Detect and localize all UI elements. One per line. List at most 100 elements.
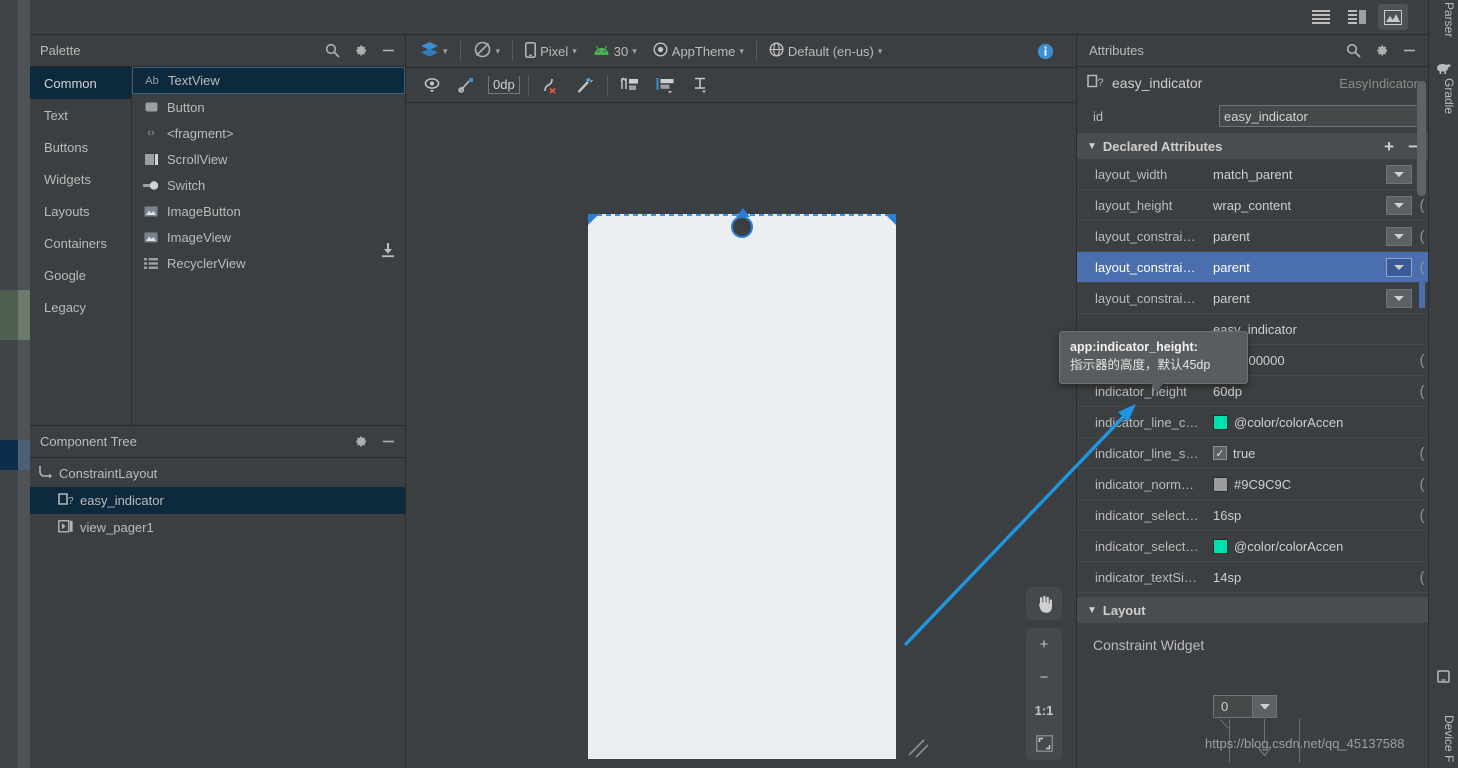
attribute-value[interactable]: #9C9C9C: [1205, 476, 1416, 492]
attribute-row[interactable]: indicator_line_s… ✓ true (: [1077, 438, 1428, 469]
search-icon[interactable]: [1345, 42, 1362, 59]
attribute-row[interactable]: indicator_select… 16sp (: [1077, 500, 1428, 531]
attribute-row[interactable]: indicator_norm… #9C9C9C (: [1077, 469, 1428, 500]
info-icon[interactable]: [1037, 43, 1054, 65]
tree-node-view-pager1[interactable]: view_pager1: [30, 514, 405, 541]
attribute-row[interactable]: layout_constrai… parent (: [1077, 283, 1428, 314]
device-file-explorer-icon[interactable]: [1436, 670, 1451, 690]
split-view-button[interactable]: [1342, 4, 1372, 30]
palette-item-button[interactable]: Button: [132, 94, 405, 120]
add-attribute-button[interactable]: +: [1384, 138, 1394, 155]
attribute-row[interactable]: indicator_line_c… @color/colorAccen: [1077, 407, 1428, 438]
resource-picker-icon[interactable]: (: [1416, 259, 1428, 276]
id-input[interactable]: easy_indicator: [1219, 105, 1418, 127]
gear-icon[interactable]: [352, 433, 369, 450]
zoom-actual-size-button[interactable]: 1:1: [1026, 694, 1062, 727]
design-surface-selector[interactable]: ▾: [412, 38, 456, 64]
attribute-row[interactable]: layout_height wrap_content (: [1077, 190, 1428, 221]
color-swatch[interactable]: [1213, 476, 1228, 492]
visibility-button[interactable]: [416, 72, 450, 98]
chevron-down-icon[interactable]: [1252, 696, 1276, 717]
minimize-icon[interactable]: [380, 433, 397, 450]
design-canvas[interactable]: + − 1:1: [406, 104, 1076, 768]
attribute-value[interactable]: match_parent: [1205, 167, 1386, 182]
dropdown-arrow-icon[interactable]: [1386, 195, 1412, 215]
color-swatch[interactable]: [1213, 538, 1228, 554]
attribute-row[interactable]: indicator_select… @color/colorAccen: [1077, 531, 1428, 562]
minimize-icon[interactable]: [380, 42, 397, 59]
infer-constraints-button[interactable]: [568, 72, 603, 98]
zoom-fit-button[interactable]: [1026, 727, 1062, 760]
gear-icon[interactable]: [352, 42, 369, 59]
device-file-explorer-tab[interactable]: Device F: [1442, 715, 1456, 762]
dropdown-arrow-icon[interactable]: [1386, 226, 1412, 246]
attribute-value[interactable]: wrap_content: [1205, 198, 1386, 213]
palette-category-buttons[interactable]: Buttons: [30, 131, 131, 163]
minimize-icon[interactable]: [1401, 42, 1418, 59]
palette-item-textview[interactable]: Ab TextView: [132, 67, 405, 94]
resource-picker-icon[interactable]: (: [1416, 476, 1428, 493]
tree-node-constraintlayout[interactable]: ConstraintLayout: [30, 460, 405, 487]
code-view-button[interactable]: [1306, 4, 1336, 30]
theme-selector[interactable]: AppTheme ▾: [645, 38, 752, 64]
zoom-out-button[interactable]: −: [1026, 661, 1062, 694]
tree-node-easy-indicator[interactable]: ? easy_indicator: [30, 487, 405, 514]
resource-picker-icon[interactable]: (: [1416, 507, 1428, 524]
constraint-margin-spinner[interactable]: 0: [1213, 695, 1277, 718]
palette-category-widgets[interactable]: Widgets: [30, 163, 131, 195]
palette-item-imageview[interactable]: ImageView: [132, 224, 405, 250]
design-view-button[interactable]: [1378, 4, 1408, 30]
attribute-value[interactable]: 16sp: [1205, 508, 1416, 523]
color-swatch[interactable]: [1213, 414, 1228, 430]
attribute-value[interactable]: @color/colorAccen: [1205, 414, 1416, 430]
dropdown-arrow-icon[interactable]: [1386, 288, 1412, 308]
orientation-button[interactable]: ▾: [465, 38, 509, 64]
attribute-row[interactable]: layout_width match_parent (: [1077, 159, 1428, 190]
baseline-button[interactable]: [684, 72, 718, 98]
gradle-tab[interactable]: Gradle: [1442, 78, 1456, 114]
default-margin-value[interactable]: 0dp: [488, 76, 520, 94]
attribute-value[interactable]: parent: [1205, 291, 1386, 306]
dropdown-arrow-icon[interactable]: [1386, 164, 1412, 184]
api-level-selector[interactable]: 30 ▾: [585, 38, 645, 64]
locale-selector[interactable]: Default (en-us) ▾: [761, 38, 891, 64]
palette-item-switch[interactable]: Switch: [132, 172, 405, 198]
resource-picker-icon[interactable]: (: [1416, 383, 1428, 400]
search-icon[interactable]: [324, 42, 341, 59]
parser-tab[interactable]: Parser: [1442, 2, 1456, 37]
attribute-value[interactable]: parent: [1205, 229, 1386, 244]
palette-item-recyclerview[interactable]: RecyclerView: [132, 250, 405, 276]
attribute-value[interactable]: parent: [1205, 260, 1386, 275]
palette-category-text[interactable]: Text: [30, 99, 131, 131]
attribute-value[interactable]: 60dp: [1205, 384, 1416, 399]
resource-picker-icon[interactable]: (: [1416, 228, 1428, 245]
align-button[interactable]: [648, 72, 684, 98]
canvas-resize-handle[interactable]: [906, 734, 932, 760]
checkbox-checked-icon[interactable]: ✓: [1213, 446, 1227, 460]
pan-tool-button[interactable]: [1026, 587, 1062, 620]
palette-category-containers[interactable]: Containers: [30, 227, 131, 259]
device-preview[interactable]: [588, 214, 896, 759]
declared-attributes-section-header[interactable]: ▼ Declared Attributes + −: [1077, 133, 1428, 159]
palette-category-legacy[interactable]: Legacy: [30, 291, 131, 323]
palette-category-layouts[interactable]: Layouts: [30, 195, 131, 227]
dropdown-arrow-icon[interactable]: [1386, 257, 1412, 277]
palette-category-google[interactable]: Google: [30, 259, 131, 291]
resource-picker-icon[interactable]: (: [1416, 569, 1428, 586]
gear-icon[interactable]: [1373, 42, 1390, 59]
resource-picker-icon[interactable]: (: [1416, 445, 1428, 462]
clear-constraints-button[interactable]: [533, 72, 568, 98]
zoom-in-button[interactable]: +: [1026, 628, 1062, 661]
palette-item-imagebutton[interactable]: ImageButton: [132, 198, 405, 224]
layout-section-header[interactable]: ▼ Layout: [1077, 597, 1428, 623]
guidelines-button[interactable]: [612, 72, 648, 98]
attribute-row[interactable]: indicator_textSi… 14sp (: [1077, 562, 1428, 593]
palette-item-fragment[interactable]: ‹› <fragment>: [132, 120, 405, 146]
palette-item-scrollview[interactable]: ScrollView: [132, 146, 405, 172]
attribute-value[interactable]: 14sp: [1205, 570, 1416, 585]
resource-picker-icon[interactable]: (: [1416, 197, 1428, 214]
clear-all-constraints-button[interactable]: [450, 72, 484, 98]
palette-category-common[interactable]: Common: [30, 67, 131, 99]
gutter-scroll-track[interactable]: [18, 0, 30, 768]
attribute-value[interactable]: @color/colorAccen: [1205, 538, 1416, 554]
